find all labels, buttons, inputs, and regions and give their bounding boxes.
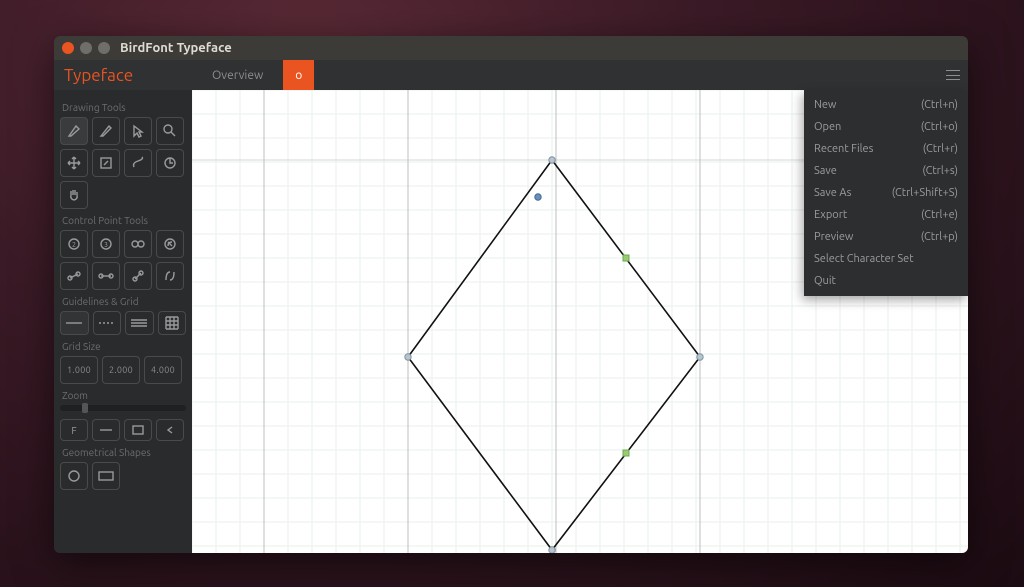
grid-toggle-icon[interactable] bbox=[158, 311, 187, 335]
menu-item-label: Export bbox=[814, 209, 847, 221]
zoom-fit-button[interactable]: F bbox=[60, 419, 88, 441]
menu-item-shortcut: (Ctrl+Shift+S) bbox=[892, 187, 958, 199]
app-window: BirdFont Typeface Typeface Overview o Dr… bbox=[54, 36, 968, 553]
menu-item-label: Save bbox=[814, 165, 837, 177]
section-guidelines: Guidelines & Grid bbox=[62, 296, 186, 307]
gridsize-1[interactable]: 1.000 bbox=[60, 356, 98, 384]
zoom-box-icon[interactable] bbox=[124, 419, 152, 441]
menu-item-shortcut: (Ctrl+o) bbox=[921, 121, 958, 133]
bezier-3-icon[interactable]: 3 bbox=[92, 230, 120, 258]
zoom-baseline-icon[interactable] bbox=[92, 419, 120, 441]
menu-item-label: Preview bbox=[814, 231, 853, 243]
section-control-points: Control Point Tools bbox=[62, 215, 186, 226]
menu-item-quit[interactable]: Quit bbox=[804, 270, 968, 292]
canvas-area[interactable]: New (Ctrl+n) Open (Ctrl+o) Recent Files (Ctrl… bbox=[192, 90, 968, 553]
zoom-tool-icon[interactable] bbox=[156, 117, 184, 145]
menu-item-export[interactable]: Export (Ctrl+e) bbox=[804, 204, 968, 226]
guideline-dashed-icon[interactable] bbox=[93, 311, 122, 335]
control-handle[interactable] bbox=[623, 255, 629, 261]
titlebar: BirdFont Typeface bbox=[54, 36, 968, 60]
brand-label: Typeface bbox=[54, 60, 192, 90]
symmetric-handles-icon[interactable] bbox=[92, 262, 120, 290]
section-grid-size: Grid Size bbox=[62, 341, 186, 352]
menu-item-open[interactable]: Open (Ctrl+o) bbox=[804, 116, 968, 138]
flip-icon[interactable] bbox=[156, 262, 184, 290]
link-points-icon[interactable] bbox=[124, 262, 152, 290]
convert-point-icon[interactable] bbox=[156, 230, 184, 258]
double-points-icon[interactable] bbox=[124, 230, 152, 258]
tie-handles-icon[interactable] bbox=[60, 262, 88, 290]
menu-item-recent-files[interactable]: Recent Files (Ctrl+r) bbox=[804, 138, 968, 160]
file-menu: New (Ctrl+n) Open (Ctrl+o) Recent Files (Ctrl… bbox=[804, 90, 968, 296]
bezier-2-icon[interactable]: 2 bbox=[60, 230, 88, 258]
tab-overview[interactable]: Overview bbox=[192, 60, 283, 90]
brush-tool-icon[interactable] bbox=[124, 149, 152, 177]
zoom-prev-icon[interactable] bbox=[156, 419, 184, 441]
svg-text:3: 3 bbox=[104, 241, 108, 249]
section-drawing-tools: Drawing Tools bbox=[62, 102, 186, 113]
menu-item-label: Save As bbox=[814, 187, 851, 199]
hamburger-icon bbox=[946, 70, 960, 80]
glyph-path[interactable] bbox=[408, 160, 700, 550]
move-tool-icon[interactable] bbox=[60, 149, 88, 177]
anchor-point[interactable] bbox=[549, 157, 555, 163]
pen-tool-icon[interactable] bbox=[60, 117, 88, 145]
anchor-point[interactable] bbox=[549, 547, 555, 553]
menu-item-shortcut: (Ctrl+s) bbox=[922, 165, 958, 177]
window-title: BirdFont Typeface bbox=[120, 41, 232, 55]
menu-item-select-character-set[interactable]: Select Character Set bbox=[804, 248, 968, 270]
pencil-tool-icon[interactable] bbox=[92, 117, 120, 145]
menu-item-label: Open bbox=[814, 121, 841, 133]
menu-item-shortcut: (Ctrl+e) bbox=[921, 209, 958, 221]
gridsize-4[interactable]: 4.000 bbox=[144, 356, 182, 384]
tab-glyph-o[interactable]: o bbox=[283, 60, 314, 90]
menu-item-label: Quit bbox=[814, 275, 836, 287]
menu-item-label: Select Character Set bbox=[814, 253, 914, 265]
menu-button[interactable] bbox=[938, 60, 968, 90]
anchor-point[interactable] bbox=[697, 354, 703, 360]
anchor-point[interactable] bbox=[535, 194, 541, 200]
pointer-tool-icon[interactable] bbox=[124, 117, 152, 145]
guideline-multi-icon[interactable] bbox=[125, 311, 154, 335]
zoom-slider[interactable] bbox=[60, 405, 186, 411]
control-handle[interactable] bbox=[623, 450, 629, 456]
menu-item-new[interactable]: New (Ctrl+n) bbox=[804, 94, 968, 116]
menu-item-preview[interactable]: Preview (Ctrl+p) bbox=[804, 226, 968, 248]
menu-item-label: Recent Files bbox=[814, 143, 873, 155]
section-shapes: Geometrical Shapes bbox=[62, 447, 186, 458]
menu-item-save-as[interactable]: Save As (Ctrl+Shift+S) bbox=[804, 182, 968, 204]
anchor-point[interactable] bbox=[405, 354, 411, 360]
shape-circle-icon[interactable] bbox=[60, 462, 88, 490]
resize-tool-icon[interactable] bbox=[92, 149, 120, 177]
close-icon[interactable] bbox=[62, 42, 74, 54]
guideline-solid-icon[interactable] bbox=[60, 311, 89, 335]
sidebar: Drawing Tools Control Point Tools bbox=[54, 90, 192, 553]
menu-item-shortcut: (Ctrl+n) bbox=[921, 99, 958, 111]
menu-item-shortcut: (Ctrl+r) bbox=[923, 143, 958, 155]
menu-item-shortcut: (Ctrl+p) bbox=[921, 231, 958, 243]
maximize-icon[interactable] bbox=[98, 42, 110, 54]
menu-item-save[interactable]: Save (Ctrl+s) bbox=[804, 160, 968, 182]
section-zoom: Zoom bbox=[62, 390, 186, 401]
minimize-icon[interactable] bbox=[80, 42, 92, 54]
svg-text:2: 2 bbox=[72, 241, 76, 249]
orientation-tool-icon[interactable] bbox=[156, 149, 184, 177]
menu-item-label: New bbox=[814, 99, 836, 111]
tab-bar: Overview o bbox=[192, 60, 938, 90]
shape-rect-icon[interactable] bbox=[92, 462, 120, 490]
hand-tool-icon[interactable] bbox=[60, 181, 88, 209]
gridsize-2[interactable]: 2.000 bbox=[102, 356, 140, 384]
top-strip: Typeface Overview o bbox=[54, 60, 968, 90]
